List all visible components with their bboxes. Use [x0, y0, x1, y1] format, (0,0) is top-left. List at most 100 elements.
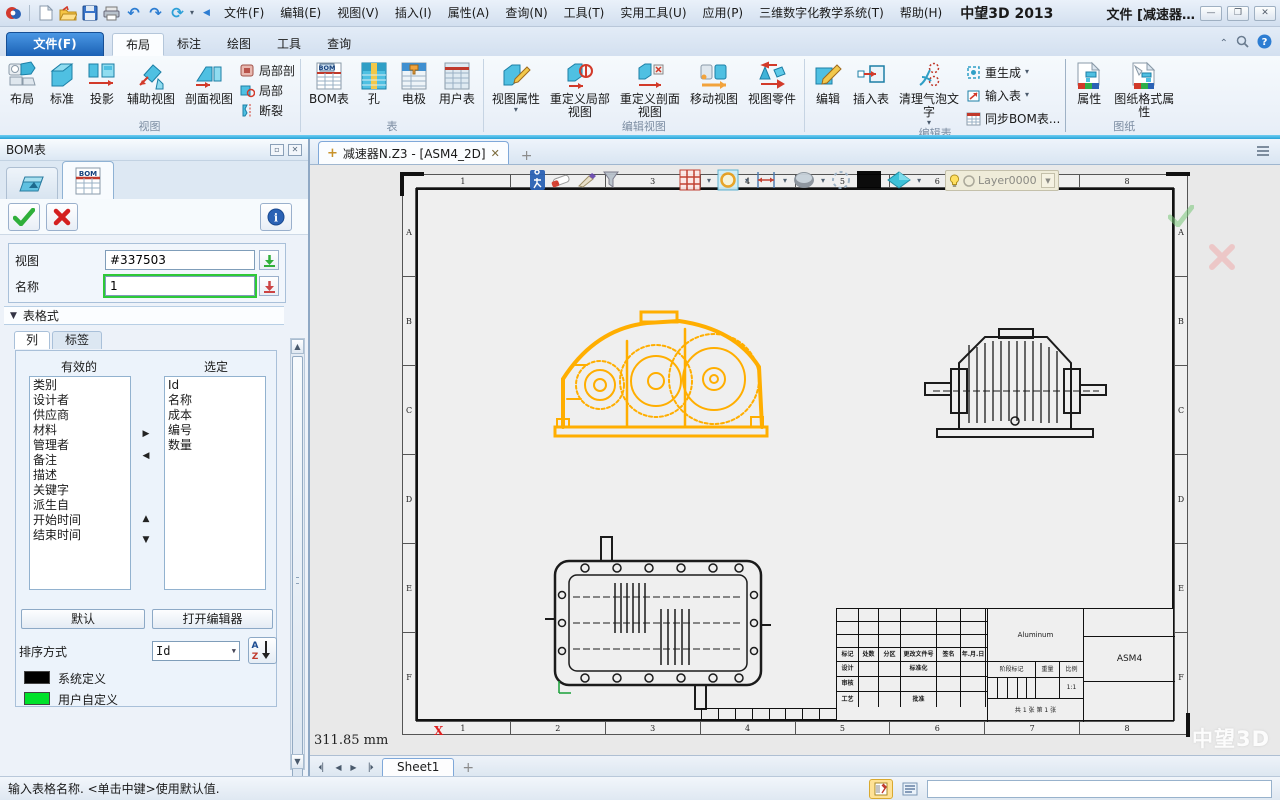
standard-view-button[interactable]: 标准 [42, 58, 82, 106]
redefine-section-view-button[interactable]: 重定义剖面 视图 [615, 58, 685, 119]
tab-close-icon[interactable]: ✕ [491, 147, 500, 160]
save-icon[interactable] [80, 4, 99, 23]
output-list-button[interactable] [899, 780, 921, 798]
front-view-highlighted[interactable] [543, 299, 778, 449]
first-sheet-icon[interactable]: ⏴▏ [316, 760, 331, 776]
help-icon[interactable]: ? [1257, 34, 1272, 52]
ribbon-tab-tools[interactable]: 工具 [264, 33, 314, 56]
print-icon[interactable] [102, 4, 121, 23]
sort-combobox[interactable]: Id ▼ [152, 641, 240, 661]
ribbon-tab-annotate[interactable]: 标注 [164, 33, 214, 56]
dropdown-caret-icon[interactable]: ▾ [821, 177, 825, 185]
section-view-button[interactable]: 剖面视图 [180, 58, 238, 106]
close-button[interactable]: ✕ [1254, 6, 1276, 21]
menu-item[interactable]: 属性(A) [440, 3, 498, 23]
floating-ok-icon[interactable] [1168, 205, 1194, 230]
list-row[interactable]: 开始时间 [33, 513, 130, 528]
dropdown-caret-icon[interactable]: ▾ [927, 119, 931, 127]
electrode-table-button[interactable]: 电极 [394, 58, 434, 106]
list-row[interactable]: 派生自 [33, 498, 130, 513]
list-row[interactable]: 备注 [33, 453, 130, 468]
regen-caret-icon[interactable]: ▾ [190, 9, 194, 17]
chevron-down-icon[interactable]: ▼ [1041, 173, 1055, 188]
broken-view-button[interactable]: 断裂 [240, 102, 295, 118]
insert-table-button[interactable]: 插入表 [848, 58, 894, 106]
dropdown-caret-icon[interactable]: ▾ [1025, 68, 1029, 76]
toolbox-toggle-button[interactable] [869, 779, 893, 799]
local-section-button[interactable]: 局部剖 [240, 62, 295, 78]
menu-item[interactable]: 实用工具(U) [612, 3, 694, 23]
auxiliary-view-button[interactable]: 辅助视图 [122, 58, 180, 106]
minimize-button[interactable]: — [1200, 6, 1222, 21]
prev-sheet-icon[interactable]: ◀ [331, 760, 346, 776]
view-field-input[interactable] [105, 250, 255, 270]
list-row[interactable]: 描述 [33, 468, 130, 483]
menu-item[interactable]: 文件(F) [216, 3, 272, 23]
info-button[interactable]: i [260, 203, 292, 231]
undo-icon[interactable]: ↶ [124, 4, 143, 23]
list-row[interactable]: 结束时间 [33, 528, 130, 543]
dropdown-caret-icon[interactable]: ▾ [1025, 91, 1029, 99]
list-row[interactable]: Id [168, 378, 265, 393]
ribbon-tab-query[interactable]: 查询 [314, 33, 364, 56]
cancel-button[interactable] [46, 203, 78, 231]
list-row[interactable]: 管理者 [33, 438, 130, 453]
dropdown-caret-icon[interactable]: ▾ [707, 177, 711, 185]
regenerate-table-button[interactable]: 重生成 ▾ [966, 64, 1060, 80]
side-view[interactable] [923, 303, 1108, 443]
dropdown-caret-icon[interactable]: ▾ [783, 177, 787, 185]
view-attributes-button[interactable]: 视图属性 ▾ [487, 58, 545, 114]
edit-button[interactable]: 编辑 [808, 58, 848, 106]
list-row[interactable]: 设计者 [33, 393, 130, 408]
sync-bom-button[interactable]: 同步BOM表... [966, 110, 1060, 126]
hole-table-button[interactable]: 孔 [354, 58, 394, 106]
available-list[interactable]: 类别设计者供应商材料管理者备注描述关键字派生自开始时间结束时间 [29, 376, 131, 590]
redefine-local-view-button[interactable]: 重定义局部 视图 [545, 58, 615, 119]
menu-item[interactable]: 工具(T) [556, 3, 613, 23]
escape-icon[interactable] [530, 170, 545, 193]
eraser-icon[interactable] [551, 172, 571, 191]
shade-mode-icon[interactable] [887, 171, 911, 192]
bom-table-button[interactable]: BOM BOM表 [304, 58, 354, 106]
display-mode-icon[interactable] [793, 171, 815, 192]
ribbon-tab-layout[interactable]: 布局 [112, 33, 164, 56]
input-table-button[interactable]: 输入表 ▾ [966, 87, 1060, 103]
tab-labels[interactable]: 标签 [52, 331, 102, 349]
filter-icon[interactable] [603, 171, 619, 192]
name-picker-icon[interactable] [259, 276, 279, 296]
local-view-button[interactable]: 局部 [240, 82, 295, 98]
new-file-icon[interactable] [36, 4, 55, 23]
panel-scrollbar[interactable]: ▲ ▼ [290, 338, 305, 770]
brush-icon[interactable] [577, 172, 597, 191]
menu-item[interactable]: 应用(P) [695, 3, 752, 23]
ribbon-tab-draw[interactable]: 绘图 [214, 33, 264, 56]
tab-bom-table[interactable]: BOM [62, 161, 114, 199]
user-table-button[interactable]: 用户表 [434, 58, 480, 106]
tab-list-icon[interactable] [1256, 145, 1272, 159]
list-row[interactable]: 编号 [168, 423, 265, 438]
dropdown-caret-icon[interactable]: ▾ [745, 177, 749, 185]
tab-view-picture[interactable] [6, 167, 58, 199]
floating-cancel-icon[interactable] [1208, 243, 1236, 274]
menu-item[interactable]: 帮助(H) [892, 3, 950, 23]
ribbon-file-tab[interactable]: 文件(F) [6, 32, 104, 56]
section-collapse-icon[interactable]: ▼ [10, 311, 17, 321]
add-sheet-button[interactable]: + [462, 760, 474, 776]
last-sheet-icon[interactable]: ▕⏵ [361, 760, 376, 776]
dropdown-caret-icon[interactable]: ▾ [514, 106, 518, 114]
scroll-up-icon[interactable]: ▲ [291, 339, 304, 354]
search-icon[interactable] [1236, 35, 1249, 51]
color-swatch-black[interactable] [857, 171, 881, 191]
projection-button[interactable]: 投影 [82, 58, 122, 106]
sort-az-button[interactable]: AZ [248, 637, 277, 664]
table-format-section-header[interactable]: ▼ 表格式 [4, 306, 284, 325]
circle-tool-icon[interactable] [717, 169, 739, 194]
list-row[interactable]: 名称 [168, 393, 265, 408]
status-input[interactable] [927, 780, 1272, 798]
menu-item[interactable]: 插入(I) [387, 3, 440, 23]
list-row[interactable]: 数量 [168, 438, 265, 453]
layer-combobox[interactable]: Layer0000 ▼ [945, 170, 1059, 191]
panel-restore-icon[interactable]: ▫ [270, 144, 284, 156]
new-tab-button[interactable]: + [521, 148, 533, 164]
menu-item[interactable]: 三维数字化教学系统(T) [751, 3, 892, 23]
